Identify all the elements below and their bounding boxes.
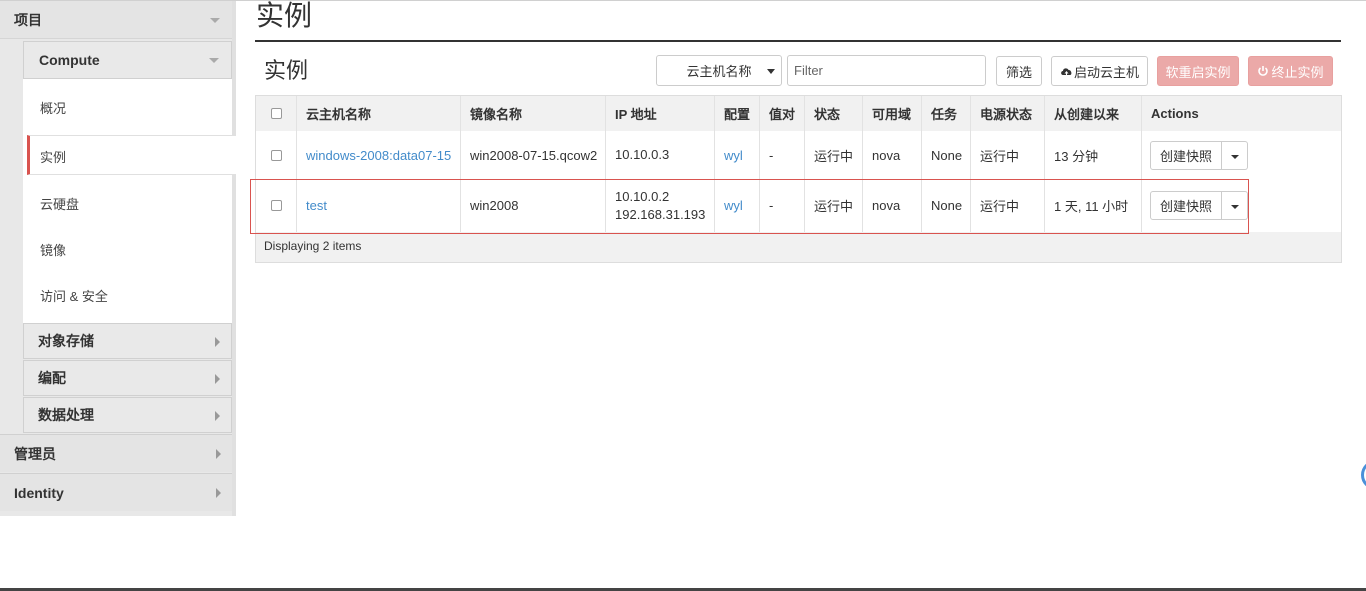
sidebar: 项目 Compute 概况 实例 云硬盘 镜像 访问 & 安全 对象存储 编配 … <box>0 1 236 516</box>
column-header: Actions <box>1151 106 1199 121</box>
actions-dropdown-toggle[interactable] <box>1222 191 1249 220</box>
sidebar-section-orchestration[interactable]: 编配 <box>23 360 232 396</box>
instance-name-link[interactable]: test <box>297 179 461 232</box>
chevron-right-icon <box>216 449 221 459</box>
cloud-upload-icon <box>1061 67 1072 76</box>
power-icon <box>1258 66 1269 76</box>
task-cell: None <box>922 179 971 232</box>
terminate-label: 终止实例 <box>1271 64 1324 80</box>
floating-widget-icon[interactable] <box>1361 460 1366 490</box>
filter-button[interactable]: 筛选 <box>996 56 1042 86</box>
actions-dropdown-toggle[interactable] <box>1222 140 1249 170</box>
sidebar-item-overview[interactable]: 概况 <box>40 98 66 117</box>
caret-down-icon <box>767 69 775 74</box>
zone-cell: nova <box>863 179 922 232</box>
sidebar-item-instances[interactable]: 实例 <box>40 147 66 166</box>
age-cell: 13 分钟 <box>1045 131 1142 179</box>
row-select-cell <box>256 131 297 179</box>
column-header[interactable]: IP 地址 <box>606 96 715 131</box>
instance-name-link[interactable]: windows-2008:data07-15 <box>297 131 461 179</box>
ip-cell: 10.10.0.3 <box>606 131 715 179</box>
chevron-right-icon <box>215 411 220 421</box>
soft-reboot-label: 软重启实例 <box>1165 64 1231 80</box>
status-cell: 运行中 <box>805 131 863 179</box>
table-row: windows-2008:data07-15 win2008-07-15.qco… <box>256 131 1341 180</box>
row-checkbox[interactable] <box>270 200 282 211</box>
sidebar-section-label: Identity <box>14 484 64 501</box>
sidebar-section-project[interactable]: 项目 <box>0 1 232 39</box>
filter-button-label: 筛选 <box>1005 64 1032 80</box>
create-snapshot-button[interactable]: 创建快照 <box>1150 140 1223 170</box>
column-header[interactable]: 可用域 <box>863 96 922 131</box>
chevron-down-icon <box>210 18 220 23</box>
soft-reboot-button[interactable]: 软重启实例 <box>1157 56 1239 86</box>
row-select-cell <box>256 179 297 232</box>
flavor-link[interactable]: wyl <box>715 179 760 232</box>
column-header[interactable]: 配置 <box>715 96 760 131</box>
zone-cell: nova <box>863 131 922 179</box>
ip-cell: 10.10.0.2 192.168.31.193 <box>606 179 715 232</box>
column-header[interactable]: 云主机名称 <box>297 96 461 131</box>
sidebar-section-label: 编配 <box>38 370 66 386</box>
actions-button-group: 创建快照 <box>1150 191 1249 220</box>
sidebar-section-compute[interactable]: Compute <box>23 41 232 79</box>
image-name-cell: win2008 <box>461 179 606 232</box>
actions-cell: 创建快照 <box>1142 179 1341 232</box>
filter-field-value: 云主机名称 <box>686 64 752 79</box>
sidebar-item-volumes[interactable]: 云硬盘 <box>40 194 79 213</box>
page-title: 实例 <box>256 0 313 31</box>
filter-input[interactable] <box>787 55 986 86</box>
table-footer: Displaying 2 items <box>256 232 1341 262</box>
column-header[interactable]: 状态 <box>805 96 863 131</box>
select-all-cell <box>256 96 297 131</box>
sidebar-section-label: 数据处理 <box>38 407 94 423</box>
keypair-cell: - <box>760 131 805 179</box>
power-state-cell: 运行中 <box>971 179 1045 232</box>
table-header: 云主机名称 镜像名称 IP 地址 配置 值对 状态 可用域 任务 电源状态 从创… <box>256 96 1341 132</box>
age-cell: 1 天, 11 小时 <box>1045 179 1142 232</box>
instances-table: 云主机名称 镜像名称 IP 地址 配置 值对 状态 可用域 任务 电源状态 从创… <box>255 95 1342 263</box>
select-all-checkbox[interactable] <box>270 108 282 119</box>
column-header[interactable]: 任务 <box>922 96 971 131</box>
flavor-link[interactable]: wyl <box>715 131 760 179</box>
ip-address: 10.10.0.3 <box>615 147 670 162</box>
filter-field-select[interactable]: 云主机名称 <box>656 55 782 86</box>
ip-address: 192.168.31.193 <box>615 206 706 222</box>
sidebar-section-label: 对象存储 <box>38 333 94 349</box>
launch-instance-label: 启动云主机 <box>1073 64 1139 80</box>
terminate-button[interactable]: 终止实例 <box>1248 56 1333 86</box>
chevron-right-icon <box>215 374 220 384</box>
sidebar-section-admin[interactable]: 管理员 <box>0 434 232 472</box>
title-divider <box>255 40 1341 42</box>
table-title: 实例 <box>264 58 309 83</box>
table-row: test win2008 10.10.0.2 192.168.31.193 wy… <box>256 179 1341 233</box>
column-header[interactable]: 电源状态 <box>971 96 1045 131</box>
sidebar-item-images[interactable]: 镜像 <box>40 240 66 259</box>
chevron-right-icon <box>215 337 220 347</box>
sidebar-section-object-store[interactable]: 对象存储 <box>23 323 232 359</box>
create-snapshot-button[interactable]: 创建快照 <box>1150 191 1223 220</box>
actions-button-group: 创建快照 <box>1150 140 1249 170</box>
sidebar-section-label: 管理员 <box>14 445 56 462</box>
ip-address: 10.10.0.2 <box>615 188 670 204</box>
task-cell: None <box>922 131 971 179</box>
power-state-cell: 运行中 <box>971 131 1045 179</box>
actions-cell: 创建快照 <box>1142 131 1341 179</box>
status-cell: 运行中 <box>805 179 863 232</box>
sidebar-item-access-security[interactable]: 访问 & 安全 <box>40 286 108 305</box>
sidebar-section-data-processing[interactable]: 数据处理 <box>23 397 232 433</box>
sidebar-section-project-label: 项目 <box>14 11 42 28</box>
sidebar-section-identity[interactable]: Identity <box>0 473 232 511</box>
column-header[interactable]: 值对 <box>760 96 805 131</box>
keypair-cell: - <box>760 179 805 232</box>
image-name-cell: win2008-07-15.qcow2 <box>461 131 606 179</box>
chevron-right-icon <box>216 488 221 498</box>
row-checkbox[interactable] <box>270 149 282 161</box>
launch-instance-button[interactable]: 启动云主机 <box>1051 56 1148 86</box>
column-header[interactable]: 从创建以来 <box>1045 96 1142 131</box>
sidebar-section-compute-label: Compute <box>39 52 100 68</box>
chevron-down-icon <box>209 58 219 63</box>
column-header[interactable]: 镜像名称 <box>461 96 606 131</box>
